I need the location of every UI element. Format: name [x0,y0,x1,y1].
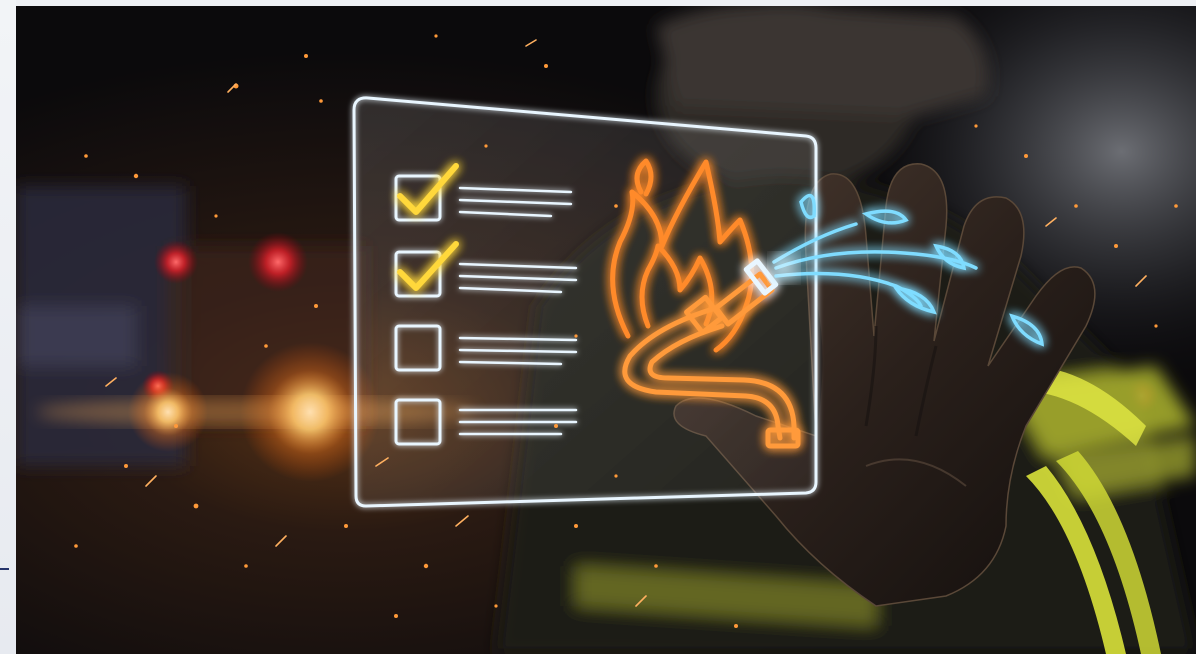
red-light [154,240,198,284]
helmet-icon [656,6,988,116]
margin-dash-mark [0,568,9,570]
hero-photo [16,6,1196,654]
red-light [248,232,308,292]
nozzle-burst [770,254,798,282]
page-margin [0,0,16,654]
image-canvas [0,0,1196,654]
